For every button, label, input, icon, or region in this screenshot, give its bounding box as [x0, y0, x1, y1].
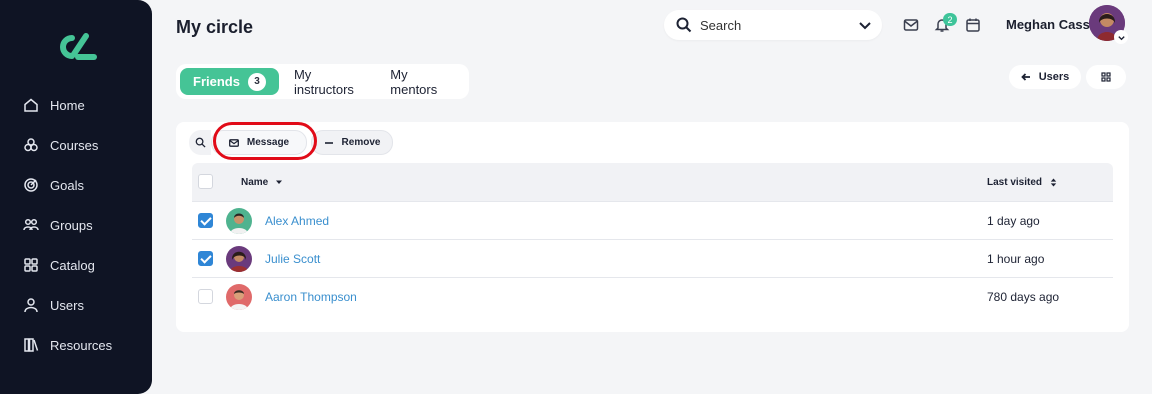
arrow-left-icon — [1020, 73, 1030, 81]
sidebar-item-resources[interactable]: Resources — [22, 334, 147, 356]
last-visited-value: 780 days ago — [987, 290, 1060, 304]
user-name[interactable]: Meghan Cass — [1006, 17, 1090, 32]
sidebar: Home Courses Goals Groups Catalog Users … — [0, 0, 152, 394]
select-all-checkbox[interactable] — [198, 174, 213, 189]
sidebar-item-goals[interactable]: Goals — [22, 174, 147, 196]
tab-my-instructors[interactable]: My instructors — [285, 66, 381, 97]
sidebar-item-home[interactable]: Home — [22, 94, 147, 116]
courses-icon — [22, 136, 40, 154]
avatar — [226, 284, 252, 310]
tab-friends[interactable]: Friends 3 — [180, 68, 279, 95]
last-visited-value: 1 hour ago — [987, 252, 1045, 266]
search-bar[interactable] — [664, 10, 882, 40]
column-header-last-visited[interactable]: Last visited — [987, 177, 1058, 188]
tab-mentors-label: My mentors — [390, 66, 438, 97]
sidebar-item-users[interactable]: Users — [22, 294, 147, 316]
avatar — [226, 246, 252, 272]
sort-icon — [1050, 177, 1057, 187]
grid-view-button[interactable] — [1086, 65, 1126, 89]
back-to-users-button[interactable]: Users — [1009, 65, 1081, 89]
table-row[interactable]: Julie Scott 1 hour ago — [192, 239, 1113, 277]
circle-tabs: Friends 3 My instructors My mentors — [176, 64, 469, 99]
remove-button[interactable]: Remove — [311, 130, 393, 155]
catalog-icon — [22, 256, 40, 274]
column-last-visited-label: Last visited — [987, 176, 1043, 188]
grid-icon — [1101, 72, 1111, 82]
users-button-label: Users — [1038, 71, 1070, 83]
friend-name-link[interactable]: Julie Scott — [265, 252, 320, 266]
search-icon — [676, 17, 692, 33]
notification-badge: 2 — [943, 13, 957, 26]
sidebar-item-courses[interactable]: Courses — [22, 134, 147, 156]
user-icon — [22, 296, 40, 314]
sidebar-item-label: Goals — [50, 177, 84, 193]
last-visited-value: 1 day ago — [987, 214, 1040, 228]
avatar — [226, 208, 252, 234]
sidebar-item-groups[interactable]: Groups — [22, 214, 147, 236]
sidebar-item-label: Catalog — [50, 257, 95, 273]
goals-icon — [22, 176, 40, 194]
friend-name-link[interactable]: Alex Ahmed — [265, 214, 329, 228]
search-icon — [195, 137, 206, 148]
highlight-ring — [213, 122, 317, 160]
friends-card: Message Remove Name Last visited Alex Ah… — [176, 122, 1129, 332]
groups-icon — [22, 216, 40, 234]
table-row[interactable]: Alex Ahmed 1 day ago — [192, 201, 1113, 239]
search-input[interactable] — [700, 17, 840, 33]
calendar-icon[interactable] — [965, 17, 981, 33]
column-header-name[interactable]: Name — [241, 177, 284, 188]
row-checkbox[interactable] — [198, 213, 213, 228]
table-row[interactable]: Aaron Thompson 780 days ago — [192, 277, 1113, 315]
sidebar-item-label: Groups — [50, 217, 93, 233]
row-checkbox[interactable] — [198, 251, 213, 266]
friend-name-link[interactable]: Aaron Thompson — [265, 290, 357, 304]
sidebar-item-label: Users — [50, 297, 84, 313]
chevron-down-icon[interactable] — [1114, 30, 1128, 44]
row-checkbox[interactable] — [198, 289, 213, 304]
table-header: Name Last visited — [192, 163, 1113, 201]
tab-my-mentors[interactable]: My mentors — [381, 66, 465, 97]
minus-icon — [324, 141, 333, 144]
mail-icon[interactable] — [903, 17, 919, 33]
resources-icon — [22, 336, 40, 354]
caret-down-icon — [276, 180, 283, 184]
tab-friends-label: Friends — [193, 74, 240, 89]
page-title: My circle — [176, 17, 254, 37]
remove-button-label: Remove — [341, 137, 381, 148]
column-name-label: Name — [241, 176, 269, 188]
tab-instructors-label: My instructors — [293, 66, 354, 97]
sidebar-item-label: Home — [50, 97, 85, 113]
sidebar-item-label: Courses — [50, 137, 99, 153]
home-icon — [22, 96, 40, 114]
table-search-button[interactable] — [189, 130, 211, 155]
friends-count-badge: 3 — [247, 72, 266, 91]
sidebar-item-label: Resources — [50, 337, 113, 353]
chevron-down-icon[interactable] — [858, 18, 872, 32]
logo-icon[interactable] — [56, 32, 98, 62]
sidebar-item-catalog[interactable]: Catalog — [22, 254, 147, 276]
